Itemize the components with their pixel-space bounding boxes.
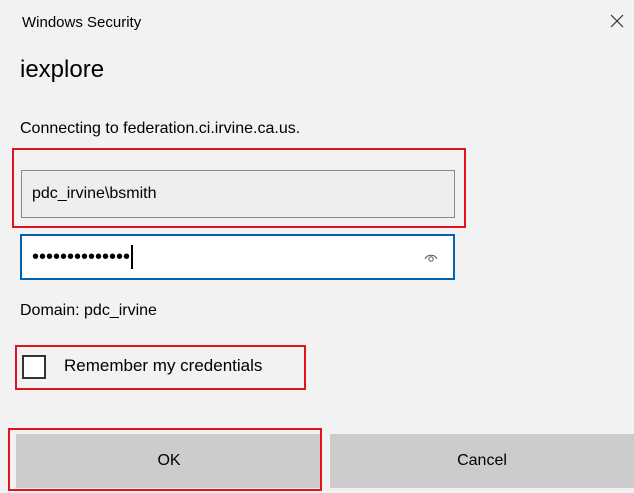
password-field[interactable]: •••••••••••••• [20,234,455,280]
close-icon [610,14,624,33]
ok-button[interactable]: OK [16,434,322,488]
remember-checkbox[interactable] [22,355,46,379]
remember-label[interactable]: Remember my credentials [64,356,262,376]
app-name: iexplore [20,56,105,83]
close-button[interactable] [600,6,634,40]
password-value: •••••••••••••• [32,246,131,268]
windows-security-dialog: Windows Security iexplore Connecting to … [0,0,634,493]
window-title: Windows Security [22,14,142,31]
username-value: pdc_irvine\bsmith [32,185,157,202]
title-bar: Windows Security [0,0,634,46]
ok-button-label: OK [157,452,181,469]
cancel-button-label: Cancel [457,452,507,469]
text-caret [131,245,134,269]
eye-icon[interactable] [421,248,441,268]
connecting-message: Connecting to federation.ci.irvine.ca.us… [20,120,301,137]
domain-label: Domain: pdc_irvine [20,302,157,319]
cancel-button[interactable]: Cancel [330,434,634,488]
username-field[interactable]: pdc_irvine\bsmith [21,170,455,218]
